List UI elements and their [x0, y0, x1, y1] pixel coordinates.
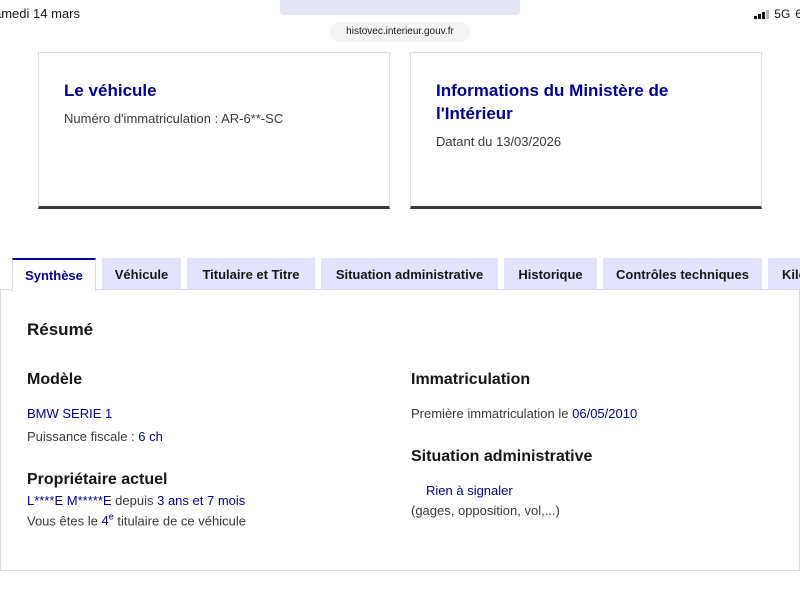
- tab-bar: Synthèse Véhicule Titulaire et Titre Sit…: [0, 258, 800, 291]
- admin-status-heading: Situation administrative: [411, 448, 593, 465]
- network-label: 5G: [774, 7, 791, 21]
- vehicle-card: Le véhicule Numéro d'immatriculation : A…: [38, 52, 390, 209]
- model-heading: Modèle: [27, 371, 83, 388]
- owner-heading: Propriétaire actuel: [27, 471, 168, 488]
- owner-rank-digit: 4: [101, 513, 109, 529]
- first-registration: Première immatriculation le 06/05/2010: [411, 406, 637, 421]
- model-name: BMW SERIE 1: [27, 406, 113, 421]
- summary-title: Résumé: [27, 320, 94, 339]
- url-text[interactable]: histovec.interieur.gouv.fr: [330, 22, 470, 42]
- owner-since-value: 3 ans et 7 mois: [157, 493, 246, 508]
- owner-name: L****E M*****E: [27, 493, 112, 508]
- battery-label: 6: [795, 7, 800, 21]
- status-date: amedi 14 mars: [0, 6, 80, 21]
- status-indicators: 5G 6: [754, 7, 800, 21]
- fiscal-power-label: Puissance fiscale :: [27, 429, 135, 444]
- first-registration-date: 06/05/2010: [572, 406, 638, 421]
- plate-value: AR-6**-SC: [221, 111, 284, 126]
- signal-icon: [754, 9, 770, 19]
- owner-rank: Vous êtes le 4e titulaire de ce véhicule: [27, 512, 246, 528]
- plate-number: Numéro d'immatriculation : AR-6**-SC: [64, 111, 364, 126]
- owner-rank-sup: e: [108, 512, 114, 522]
- admin-status-details: (gages, opposition, vol,...): [411, 503, 560, 518]
- ministry-date: Datant du 13/03/2026: [436, 134, 562, 149]
- plate-label: Numéro d'immatriculation :: [64, 111, 219, 126]
- tab-situation-administrative[interactable]: Situation administrative: [321, 258, 498, 290]
- owner-line: L****E M*****E depuis 3 ans et 7 mois: [27, 493, 245, 508]
- owner-since-label: depuis: [115, 493, 154, 508]
- ministry-card-title: Informations du Ministère de l'Intérieur: [436, 81, 669, 123]
- tab-vehicule[interactable]: Véhicule: [102, 258, 181, 290]
- tab-historique[interactable]: Historique: [504, 258, 597, 290]
- owner-rank-number: 4e: [101, 512, 114, 529]
- admin-status-value: Rien à signaler: [426, 483, 513, 498]
- fiscal-power-value: 6 ch: [138, 429, 163, 444]
- owner-rank-suffix: titulaire de ce véhicule: [117, 513, 246, 529]
- first-registration-label: Première immatriculation le: [411, 406, 569, 421]
- ministry-card: Informations du Ministère de l'Intérieur…: [410, 52, 762, 209]
- tab-titulaire-titre[interactable]: Titulaire et Titre: [187, 258, 315, 290]
- owner-rank-prefix: Vous êtes le: [27, 513, 98, 529]
- tab-kilometrage[interactable]: Kilo: [768, 258, 800, 290]
- synthese-panel: Résumé Modèle BMW SERIE 1 Puissance fisc…: [0, 289, 800, 571]
- fiscal-power: Puissance fiscale : 6 ch: [27, 429, 163, 444]
- tab-controles-techniques[interactable]: Contrôles techniques: [603, 258, 762, 290]
- registration-heading: Immatriculation: [411, 371, 531, 388]
- tab-synthese[interactable]: Synthèse: [12, 258, 96, 291]
- vehicle-card-title: Le véhicule: [64, 81, 157, 100]
- address-bar-top[interactable]: [280, 0, 520, 15]
